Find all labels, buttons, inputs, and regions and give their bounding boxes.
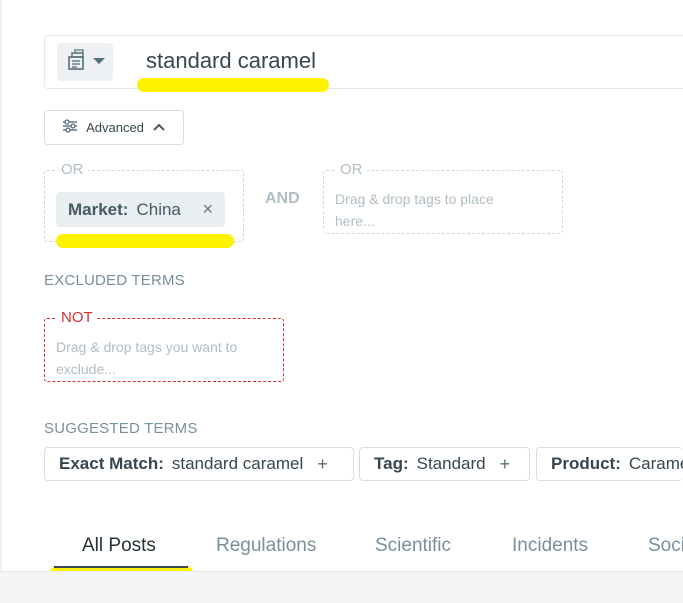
content-area [0, 572, 683, 603]
drop-zone-placeholder: Drag & drop tags to place here... [335, 191, 494, 229]
or-label: OR [57, 161, 88, 178]
caret-down-icon [92, 53, 106, 71]
suggested-terms-heading: SUGGESTED TERMS [44, 420, 198, 437]
advanced-label: Advanced [86, 120, 144, 135]
window-left-edge [0, 0, 2, 603]
excluded-placeholder: Drag & drop tags you want to exclude... [56, 339, 238, 377]
suggested-value: Standard [416, 454, 486, 473]
suggested-key: Product: [551, 454, 621, 473]
tag-key: Market: [68, 199, 129, 219]
suggested-term-tag[interactable]: Tag: Standard + [359, 447, 530, 481]
sliders-icon [62, 119, 78, 136]
tab-all-posts[interactable]: All Posts [82, 535, 156, 557]
suggested-value: Caramel [628, 454, 683, 473]
chevron-up-icon [152, 120, 166, 135]
search-type-dropdown[interactable] [57, 43, 113, 81]
and-operator-label: AND [265, 190, 300, 207]
suggested-term-exact-match[interactable]: Exact Match: standard caramel + [44, 447, 354, 481]
document-stack-icon [65, 48, 89, 77]
highlight-mark [56, 234, 234, 248]
suggested-term-product[interactable]: Product: Caramel [536, 447, 683, 481]
search-input[interactable]: standard caramel [146, 48, 316, 74]
excluded-drop-zone[interactable]: NOT Drag & drop tags you want to exclude… [44, 309, 284, 382]
add-icon[interactable]: + [317, 454, 328, 475]
add-icon[interactable]: + [500, 454, 511, 475]
tab-social[interactable]: Social [648, 535, 683, 557]
highlight-mark [137, 78, 329, 92]
active-tab-indicator [54, 566, 188, 568]
excluded-terms-heading: EXCLUDED TERMS [44, 272, 185, 289]
suggested-value: standard caramel [171, 454, 304, 473]
tag-chip-market[interactable]: Market: China × [56, 192, 225, 227]
not-label: NOT [57, 309, 97, 326]
suggested-key: Exact Match: [59, 454, 164, 473]
advanced-toggle-button[interactable]: Advanced [44, 110, 184, 145]
tag-value: China [136, 199, 181, 219]
tab-social-label: Social [648, 535, 683, 556]
suggested-key: Tag: [374, 454, 409, 473]
tab-scientific[interactable]: Scientific [375, 535, 451, 557]
or-group-2[interactable]: OR Drag & drop tags to place here... [323, 161, 563, 234]
close-icon[interactable]: × [202, 199, 213, 220]
tab-regulations[interactable]: Regulations [216, 535, 316, 557]
or-label: OR [336, 161, 367, 178]
tab-incidents[interactable]: Incidents [512, 535, 588, 557]
